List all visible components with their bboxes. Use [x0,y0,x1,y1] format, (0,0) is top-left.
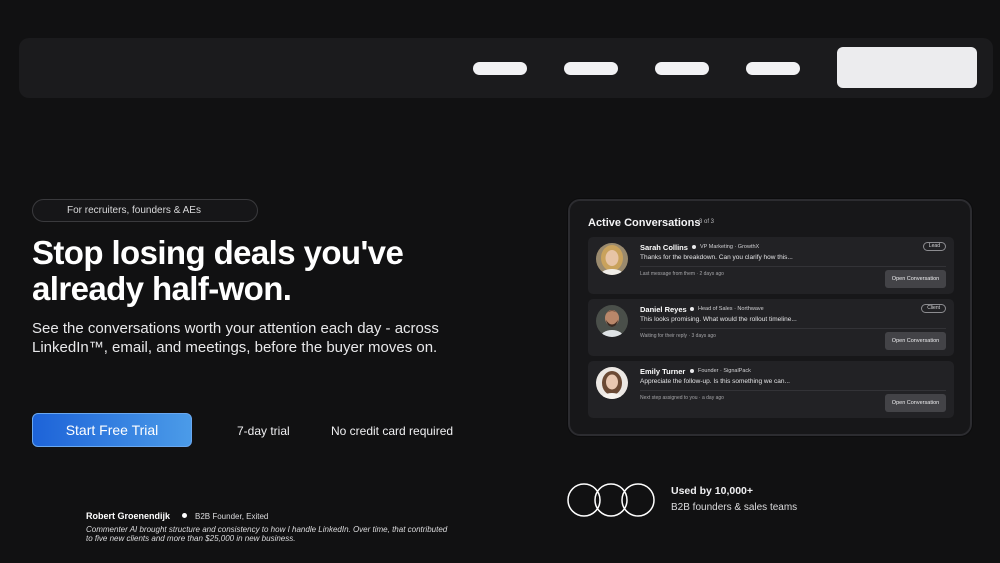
navbar [19,38,993,98]
message-preview: Appreciate the follow-up. Is this someth… [640,378,790,385]
message-preview: Thanks for the breakdown. Can you clarif… [640,254,793,261]
separator-dot [182,513,187,518]
audience-tag: For recruiters, founders & AEs [32,199,258,222]
user-count: Used by 10,000+ [671,485,754,497]
contact-name: Sarah Collins [640,243,688,252]
separator-dot [692,245,696,249]
hero-subhead: See the conversations worth your attenti… [32,320,439,356]
headline-line-1: Stop losing deals you've [32,234,404,271]
conversation-card[interactable]: Sarah Collins VP Marketing · GrowthX Lea… [588,237,954,294]
nav-link-1[interactable] [473,62,527,75]
testimonial-name: Robert Groenendijk [86,511,171,521]
no-card-note: No credit card required [331,424,454,438]
contact-role: VP Marketing · GrowthX [700,244,760,250]
testimonial-role: B2B Founder, Exited [195,512,269,521]
avatar [596,305,628,337]
contact-name: Daniel Reyes [640,305,687,314]
divider [640,390,946,391]
start-free-trial-button[interactable]: Start Free Trial [32,413,192,447]
nav-cta-button[interactable] [837,47,977,88]
avatar-stack-icon [567,483,655,517]
conversation-card[interactable]: Emily Turner Founder · SignalPack Apprec… [588,361,954,418]
separator-dot [690,369,694,373]
nav-link-4[interactable] [746,62,800,75]
panel-title: Active Conversations [588,217,701,229]
open-conversation-button[interactable]: Open Conversation [885,270,946,288]
headline-line-2: already half-won. [32,270,292,307]
contact-role: Head of Sales · Northwave [698,306,764,312]
message-meta: Next step assigned to you · a day ago [640,395,724,401]
contact-name: Emily Turner [640,367,686,376]
status-badge: Client [921,304,946,313]
contact-role: Founder · SignalPack [698,368,751,374]
nav-link-3[interactable] [655,62,709,75]
user-count-sub: B2B founders & sales teams [671,502,798,513]
active-conversations-panel: Active Conversations 3 of 3 Sarah Collin… [568,199,972,436]
testimonial-quote: Commenter AI brought structure and consi… [86,525,448,543]
separator-dot [690,307,694,311]
status-badge: Lead [922,242,946,251]
conversation-card[interactable]: Daniel Reyes Head of Sales · Northwave C… [588,299,954,356]
divider [640,328,946,329]
panel-count: 3 of 3 [699,219,715,225]
avatar [596,367,628,399]
nav-link-2[interactable] [564,62,618,75]
message-preview: This looks promising. What would the rol… [640,316,797,323]
open-conversation-button[interactable]: Open Conversation [885,394,946,412]
hero-headline: Stop losing deals you've already half-wo… [32,235,512,307]
message-meta: Last message from them · 2 days ago [640,271,724,277]
avatar [596,243,628,275]
trial-note: 7-day trial [237,424,290,438]
open-conversation-button[interactable]: Open Conversation [885,332,946,350]
divider [640,266,946,267]
message-meta: Waiting for their reply · 3 days ago [640,333,716,339]
